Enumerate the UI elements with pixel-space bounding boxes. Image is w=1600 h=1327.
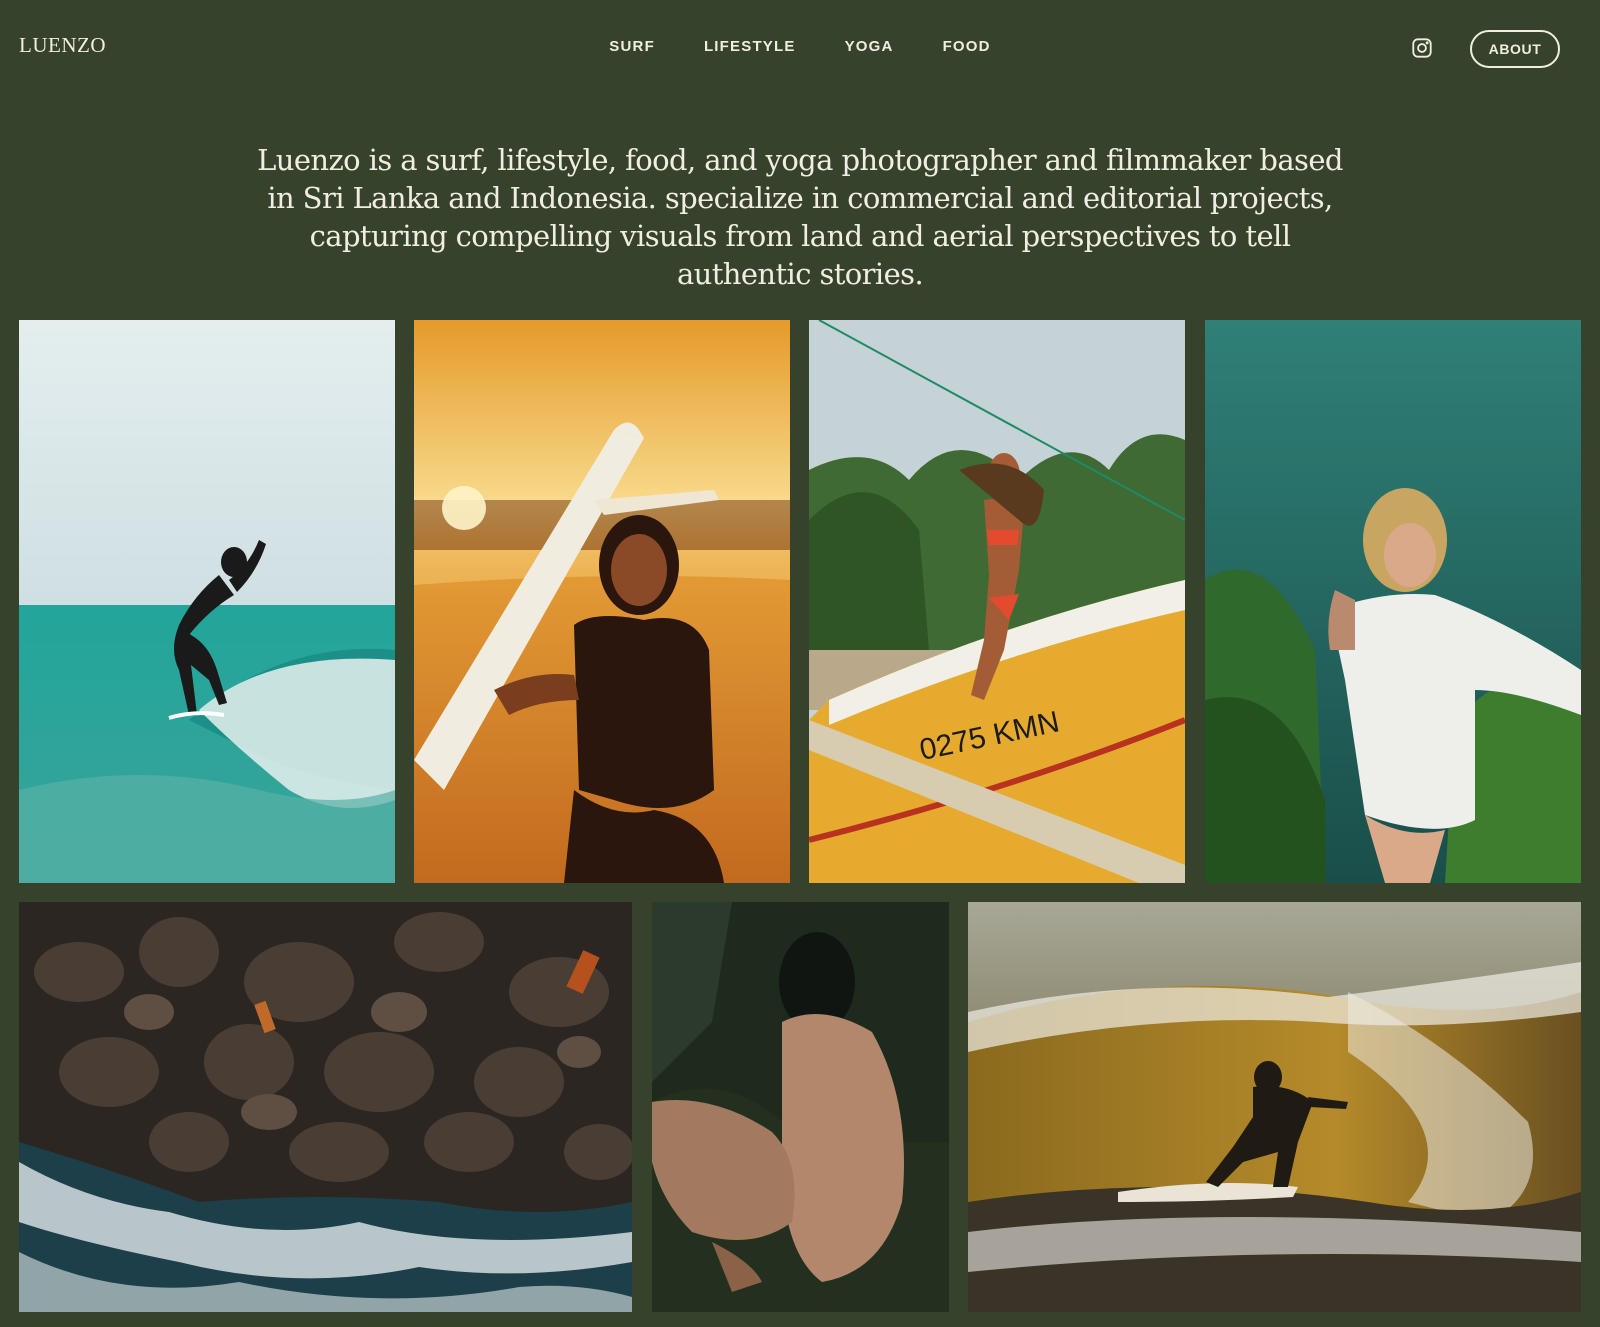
nav-item-surf[interactable]: SURF — [609, 38, 655, 55]
photo-woman-on-yellow-boat[interactable]: 0275 KMN — [809, 320, 1185, 883]
about-button[interactable]: ABOUT — [1470, 30, 1560, 68]
photo-surfer-in-barrel-wave[interactable] — [968, 902, 1581, 1312]
main-nav: SURF LIFESTYLE YOGA FOOD — [0, 38, 1600, 55]
instagram-icon[interactable] — [1411, 37, 1433, 59]
photo-woman-in-white-shirt-by-ocean[interactable] — [1205, 320, 1581, 883]
photo-surfer-on-turquoise-wave[interactable] — [19, 320, 395, 883]
photo-woman-with-surfboard-at-sunset[interactable] — [414, 320, 790, 883]
photo-aerial-rocks-and-surf[interactable] — [19, 902, 632, 1312]
nav-item-yoga[interactable]: YOGA — [845, 38, 894, 55]
site-header: LUENZO SURF LIFESTYLE YOGA FOOD ABOUT — [0, 0, 1600, 96]
photo-seated-figure-in-grass[interactable] — [652, 902, 949, 1312]
nav-item-food[interactable]: FOOD — [943, 38, 991, 55]
site-logo[interactable]: LUENZO — [19, 33, 106, 58]
intro-text: Luenzo is a surf, lifestyle, food, and y… — [257, 143, 1343, 291]
nav-item-lifestyle[interactable]: LIFESTYLE — [704, 38, 796, 55]
